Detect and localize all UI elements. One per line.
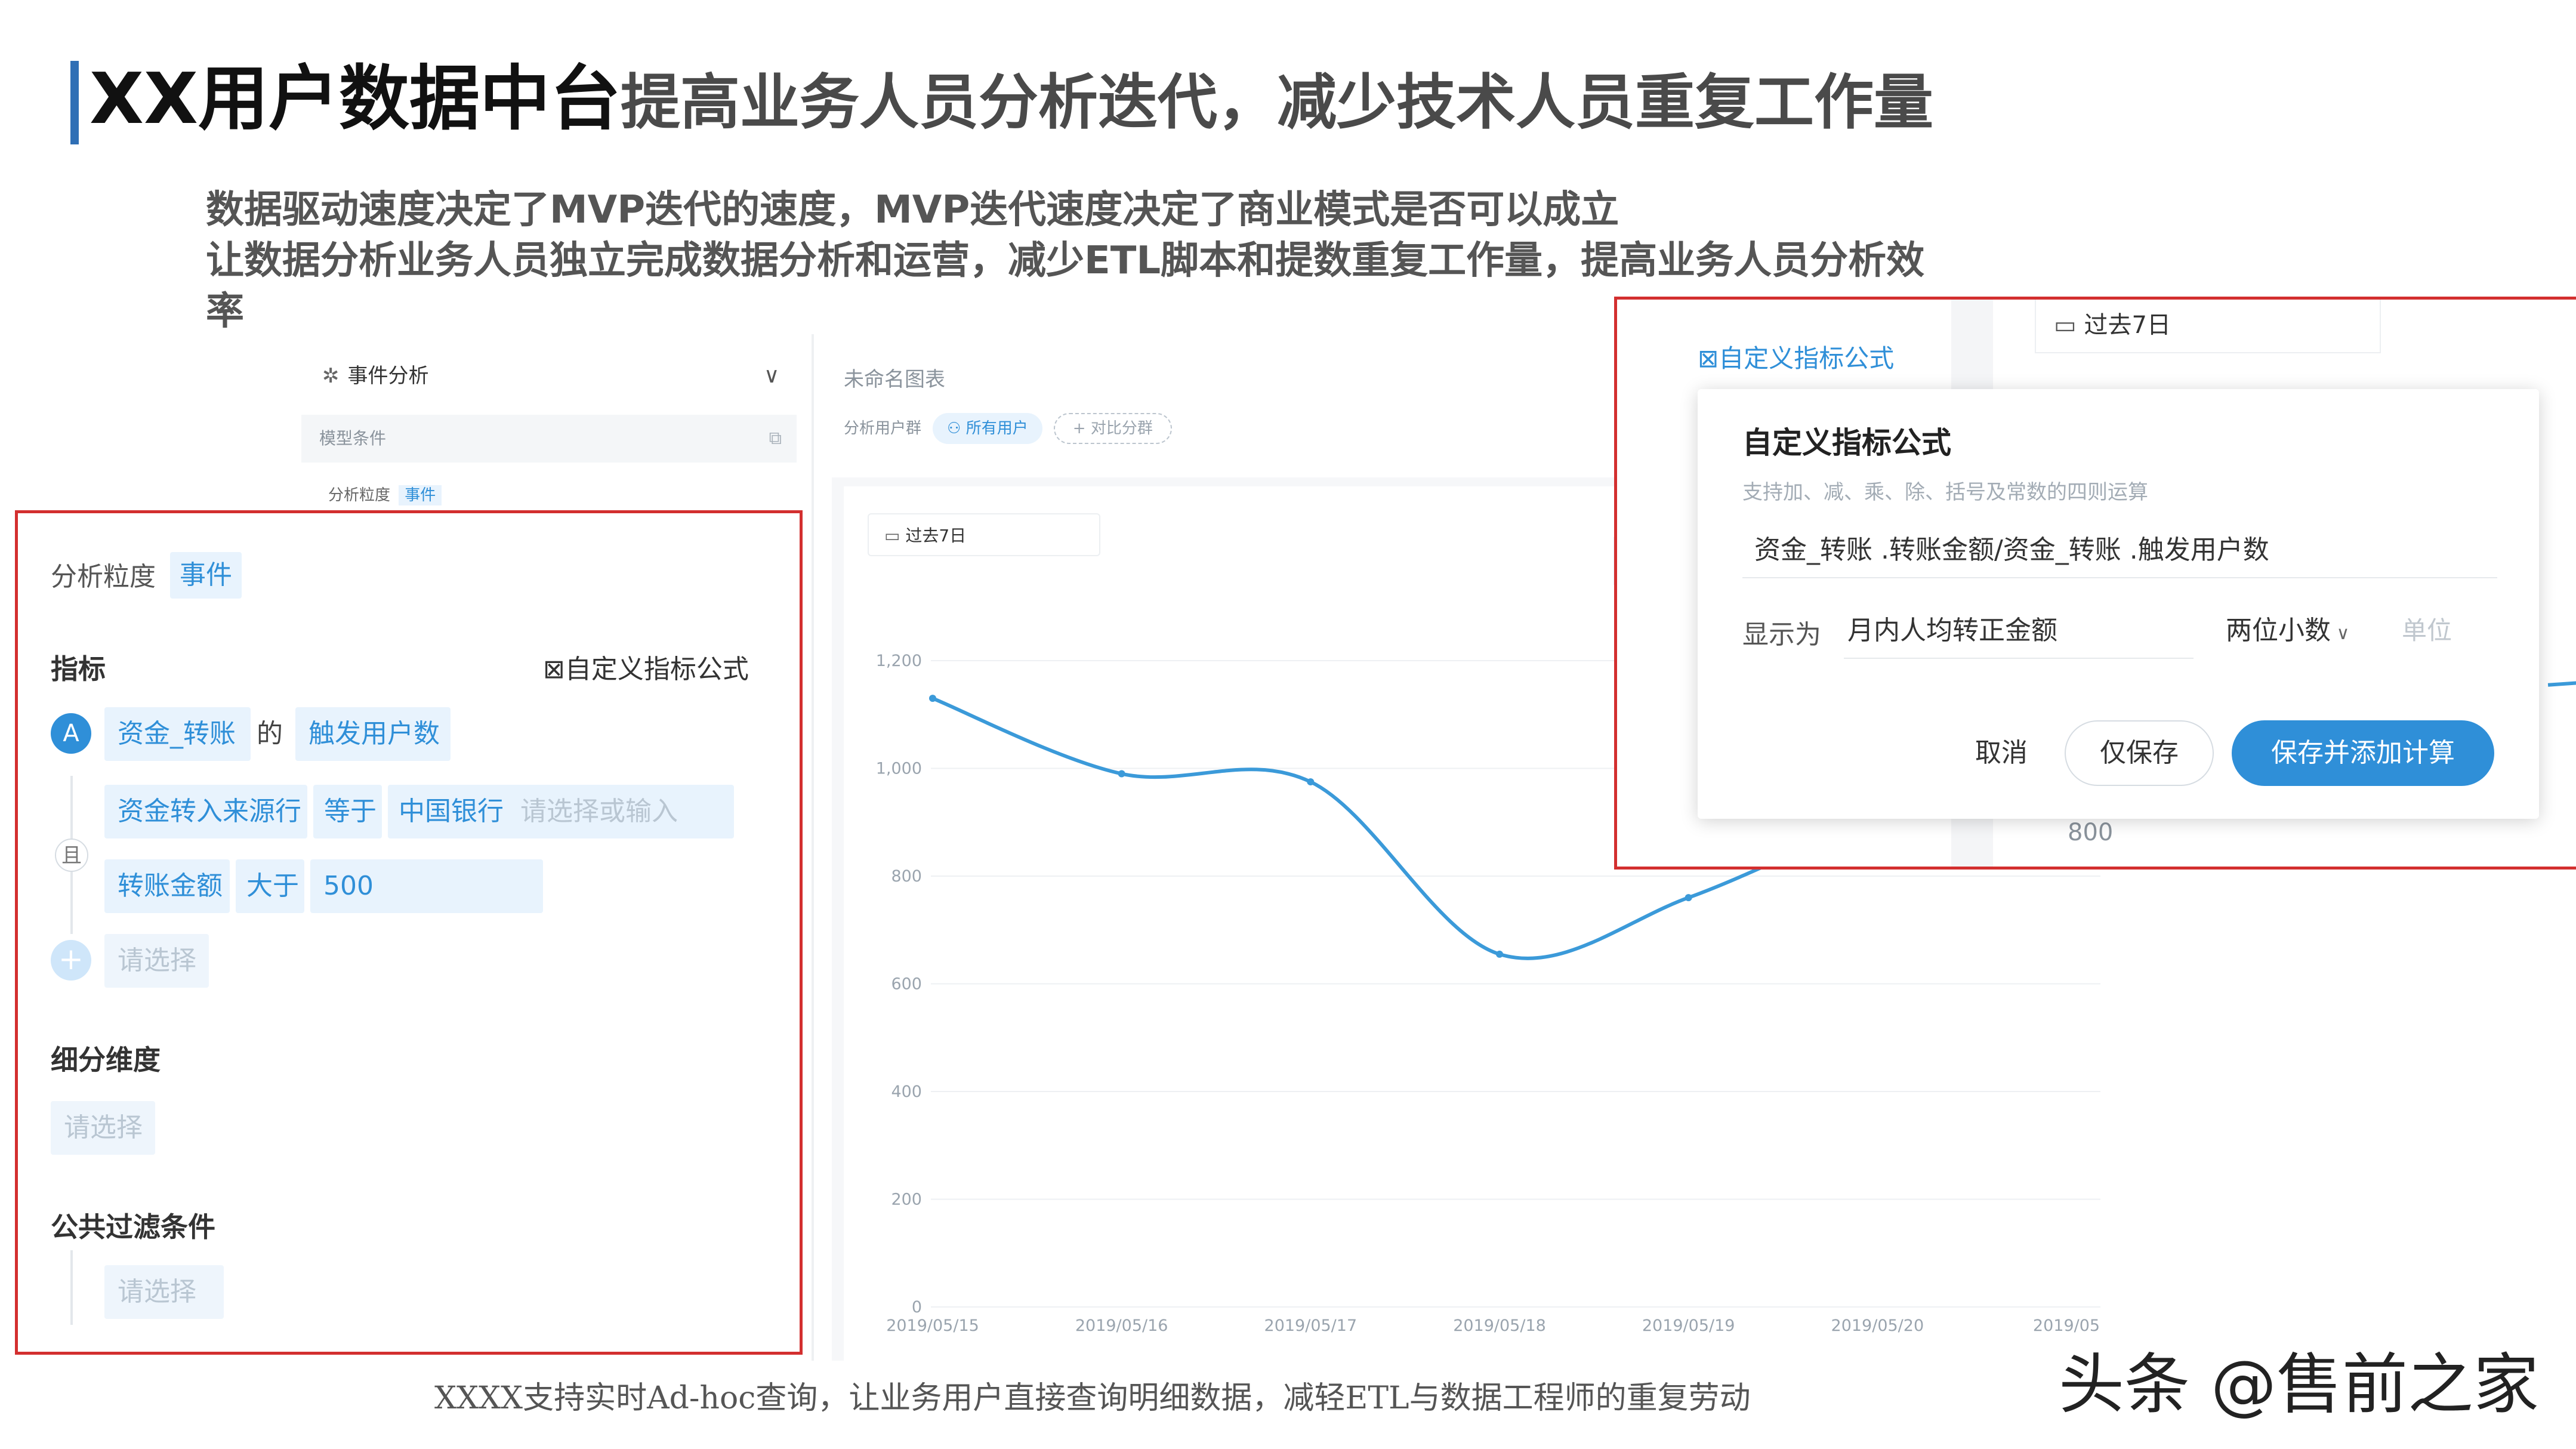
- x-tick-label: 2019/05/16: [1075, 1317, 1168, 1335]
- data-point[interactable]: [1307, 778, 1315, 786]
- x-tick-label: 2019/05/15: [886, 1317, 979, 1335]
- public-filter-select[interactable]: 请选择: [104, 1265, 224, 1319]
- y-tick-label: 600: [891, 975, 922, 994]
- outer-date-picker[interactable]: ▭ 过去7日: [2035, 300, 2381, 353]
- formula-text: 资金_转账 .转账金额/资金_转账 .触发用户数: [1754, 535, 2269, 565]
- filter2-operator-chip[interactable]: 大于: [236, 859, 304, 913]
- formula-input[interactable]: 资金_转账 .转账金额/资金_转账 .触发用户数: [1742, 523, 2497, 578]
- formula-icon: ⊠: [543, 654, 565, 685]
- y-tick-label: 200: [891, 1191, 922, 1209]
- custom-formula-label: 自定义指标公式: [564, 654, 749, 685]
- metric-of-label: 的: [257, 719, 283, 749]
- metric-badge: A: [51, 713, 91, 754]
- public-filter-connector: [70, 1250, 73, 1325]
- filter2-field-chip[interactable]: 转账金额: [104, 859, 230, 913]
- filter2-value-input[interactable]: 500: [310, 859, 543, 913]
- display-name-input[interactable]: 月内人均转正金额: [1844, 604, 2194, 659]
- outer-custom-formula-link[interactable]: ⊠自定义指标公式: [1698, 338, 1894, 375]
- data-point[interactable]: [929, 695, 936, 702]
- granularity-label: 分析粒度: [51, 562, 156, 592]
- dialog-title: 自定义指标公式: [1742, 426, 1951, 460]
- granularity-chip[interactable]: 事件: [170, 552, 242, 599]
- breakdown-label: 细分维度: [51, 1044, 161, 1076]
- left-highlight-panel: 分析粒度 事件 指标 ⊠自定义指标公式 A 资金_转账 的 触发用户数 且 资金…: [15, 510, 803, 1355]
- custom-formula-link[interactable]: ⊠自定义指标公式: [543, 648, 749, 686]
- save-only-button[interactable]: 仅保存: [2065, 720, 2214, 786]
- breakdown-select[interactable]: 请选择: [51, 1101, 155, 1155]
- outer-tick-800: 800: [2068, 819, 2114, 846]
- outer-calendar-icon: ▭: [2054, 312, 2084, 339]
- filter1-value-placeholder: 请选择或输入: [520, 796, 678, 827]
- public-filter-label: 公共过滤条件: [51, 1211, 215, 1243]
- data-point[interactable]: [1685, 894, 1692, 902]
- display-label: 显示为: [1742, 619, 1821, 650]
- cancel-button[interactable]: 取消: [1975, 723, 2028, 783]
- x-tick-label: 2019/05/18: [1453, 1317, 1546, 1335]
- dialog-hint: 支持加、减、乘、除、括号及常数的四则运算: [1742, 480, 2148, 504]
- add-condition-icon[interactable]: +: [51, 940, 91, 981]
- filter1-value-input[interactable]: 中国银行 请选择或输入: [388, 785, 734, 838]
- filter1-field-chip[interactable]: 资金转入来源行: [104, 785, 307, 838]
- metric-event-chip[interactable]: 资金_转账: [104, 707, 251, 761]
- precision-select[interactable]: 两位小数 ∨: [2226, 604, 2363, 658]
- filter1-value-text: 中国银行: [399, 796, 504, 827]
- right-highlight-panel: ⊠自定义指标公式 ▭ 过去7日 800 自定义指标公式 支持加、减、乘、除、括号…: [1614, 297, 2576, 870]
- x-tick-label: 2019/05/20: [1831, 1317, 1924, 1335]
- filter1-operator-chip[interactable]: 等于: [313, 785, 382, 838]
- y-tick-label: 1,000: [876, 760, 922, 778]
- y-tick-label: 1,200: [876, 652, 922, 670]
- and-label: 且: [55, 838, 88, 872]
- x-tick-label: 2019/05/19: [1642, 1317, 1735, 1335]
- y-tick-label: 800: [891, 867, 922, 886]
- unit-input[interactable]: 单位: [2402, 604, 2497, 658]
- y-tick-label: 0: [912, 1298, 922, 1317]
- footer-caption: XXXX支持实时Ad-hoc查询，让业务用户直接查询明细数据，减轻ETL与数据工…: [434, 1380, 1751, 1416]
- precision-value: 两位小数: [2226, 615, 2331, 646]
- data-point[interactable]: [1496, 950, 1503, 958]
- add-condition-select[interactable]: 请选择: [104, 934, 209, 988]
- x-tick-label: 2019/05/17: [1264, 1317, 1358, 1335]
- watermark: 头条 @售前之家: [2059, 1346, 2539, 1423]
- outer-custom-formula-label: 自定义指标公式: [1719, 344, 1895, 373]
- outer-formula-icon: ⊠: [1698, 344, 1719, 373]
- metrics-label: 指标: [51, 653, 106, 685]
- outer-date-label: 过去7日: [2084, 312, 2171, 339]
- formula-dialog: 自定义指标公式 支持加、减、乘、除、括号及常数的四则运算 资金_转账 .转账金额…: [1698, 389, 2539, 819]
- y-tick-label: 400: [891, 1083, 922, 1101]
- chevron-down-icon: ∨: [2331, 623, 2350, 644]
- save-and-add-button[interactable]: 保存并添加计算: [2232, 720, 2494, 786]
- data-point[interactable]: [1118, 770, 1125, 778]
- metric-measure-chip[interactable]: 触发用户数: [295, 707, 451, 761]
